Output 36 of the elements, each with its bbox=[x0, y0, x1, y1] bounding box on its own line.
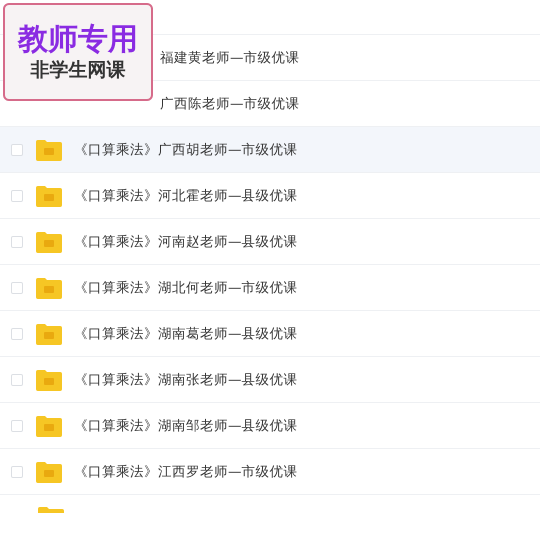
file-row[interactable]: 《口算乘法》河南赵老师—县级优课 bbox=[0, 219, 540, 265]
file-row[interactable]: 《口算乘法》广西胡老师—市级优课 bbox=[0, 127, 540, 173]
folder-icon bbox=[36, 184, 62, 206]
file-name[interactable]: 《口算乘法》广西胡老师—市级优课 bbox=[74, 140, 298, 158]
folder-icon bbox=[36, 230, 62, 252]
checkbox[interactable] bbox=[11, 328, 23, 340]
folder-icon bbox=[38, 507, 64, 513]
file-name[interactable]: 《口算乘法》江西罗老师—市级优课 bbox=[74, 462, 298, 480]
badge-subtitle: 非学生网课 bbox=[30, 60, 126, 81]
file-name[interactable]: 福建黄老师—市级优课 bbox=[160, 48, 300, 66]
folder-icon bbox=[36, 322, 62, 344]
file-name[interactable]: 《口算乘法》湖南张老师—县级优课 bbox=[74, 370, 298, 388]
file-row[interactable]: 《口算乘法》湖南邹老师—县级优课 bbox=[0, 403, 540, 449]
checkbox[interactable] bbox=[11, 420, 23, 432]
file-name[interactable]: 《口算乘法》河北霍老师—县级优课 bbox=[74, 186, 298, 204]
file-name[interactable]: 《口算乘法》河南赵老师—县级优课 bbox=[74, 232, 298, 250]
file-name[interactable]: 广西陈老师—市级优课 bbox=[160, 94, 300, 112]
folder-icon bbox=[36, 276, 62, 298]
checkbox[interactable] bbox=[11, 374, 23, 386]
folder-icon bbox=[36, 138, 62, 160]
checkbox[interactable] bbox=[11, 144, 23, 156]
file-row[interactable]: 《口算乘法》江西罗老师—市级优课 bbox=[0, 449, 540, 495]
checkbox[interactable] bbox=[11, 190, 23, 202]
folder-icon bbox=[36, 368, 62, 390]
file-row[interactable]: 《口算乘法》湖南葛老师—县级优课 bbox=[0, 311, 540, 357]
file-row[interactable]: 《口算乘法》湖南张老师—县级优课 bbox=[0, 357, 540, 403]
file-name[interactable]: 《口算乘法》湖北何老师—市级优课 bbox=[74, 278, 298, 296]
file-row[interactable]: 《口算乘法》河北霍老师—县级优课 bbox=[0, 173, 540, 219]
checkbox[interactable] bbox=[11, 466, 23, 478]
checkbox[interactable] bbox=[11, 282, 23, 294]
folder-icon bbox=[36, 460, 62, 482]
file-row[interactable]: 《口算乘法》湖北何老师—市级优课 bbox=[0, 265, 540, 311]
file-name[interactable]: 《口算乘法》湖南葛老师—县级优课 bbox=[74, 324, 298, 342]
folder-icon bbox=[36, 414, 62, 436]
checkbox[interactable] bbox=[11, 236, 23, 248]
file-name[interactable]: 《口算乘法》湖南邹老师—县级优课 bbox=[74, 416, 298, 434]
